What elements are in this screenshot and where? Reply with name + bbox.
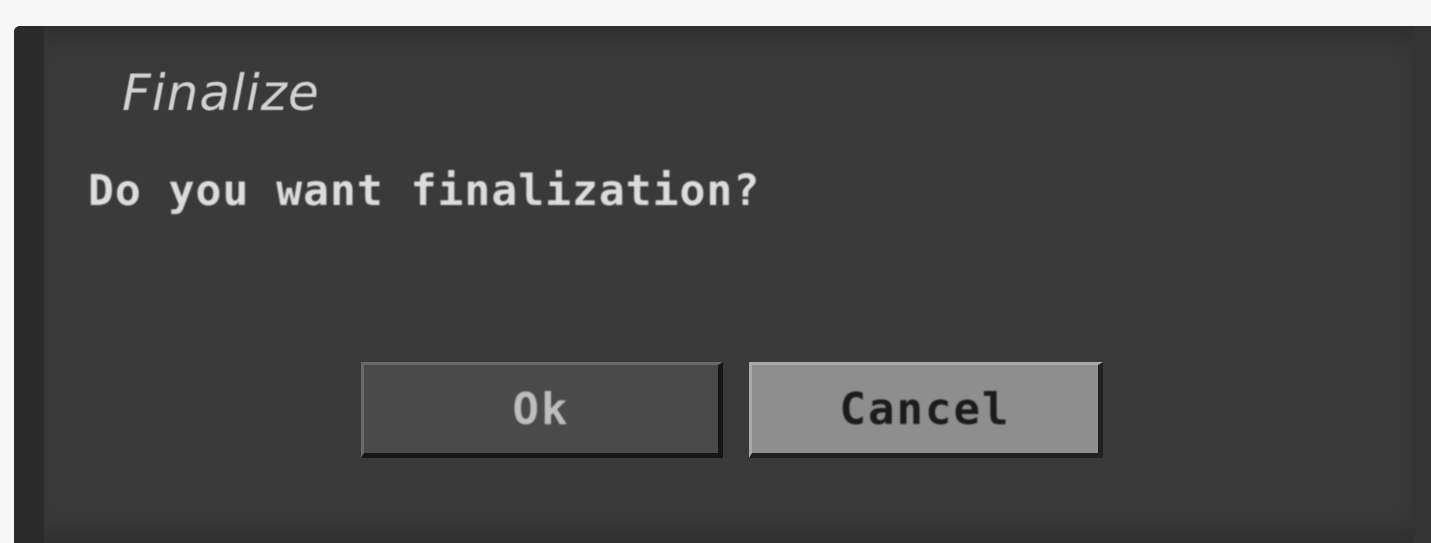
dialog-message: Do you want finalization? [88,166,761,216]
dialog-title: Finalize [122,64,320,122]
ok-button-label: Ok [512,383,570,435]
ok-button[interactable]: Ok [361,362,723,458]
cancel-button-label: Cancel [839,383,1011,435]
finalize-dialog: Finalize Do you want finalization? Ok Ca… [14,26,1431,543]
cancel-button[interactable]: Cancel [749,362,1103,458]
